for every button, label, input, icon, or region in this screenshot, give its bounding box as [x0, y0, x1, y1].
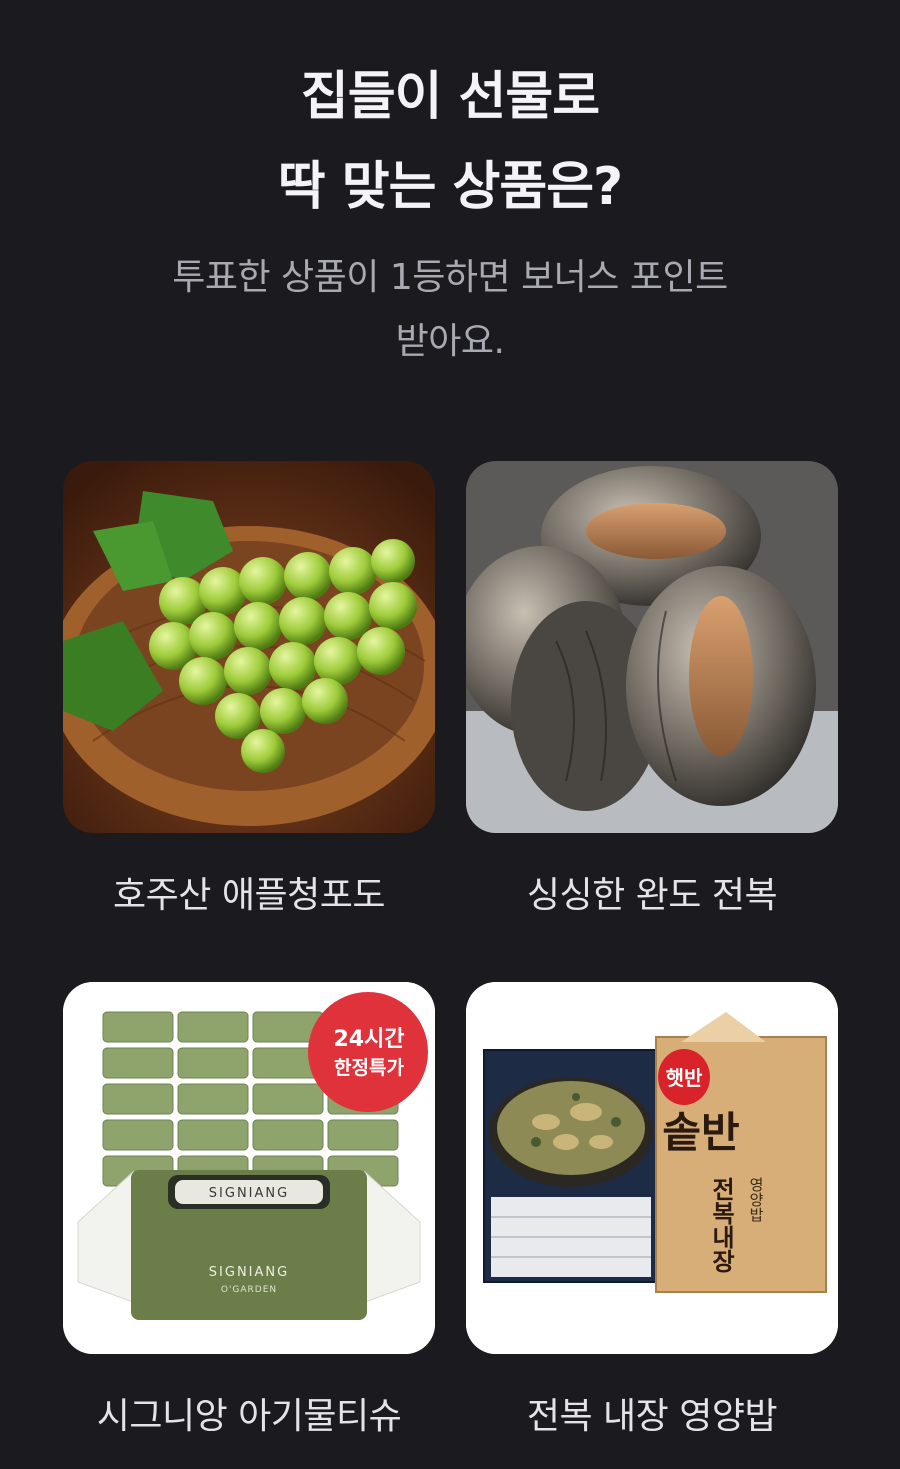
subtitle-line-2: 받아요.	[395, 321, 505, 362]
product-card-rice[interactable]: 햇반 솥반 전복내장 영양밥	[466, 982, 838, 1354]
subtitle-line-1: 투표한 상품이 1등하면 보너스 포인트	[172, 257, 728, 298]
product-card-abalone[interactable]	[466, 461, 838, 833]
product-card-wipes[interactable]: SIGNIANG SIGNIANG O'GARDEN 24시간 한정특가	[63, 982, 435, 1354]
product-line-text: 전복내장	[707, 1177, 735, 1274]
grapes-image	[63, 461, 435, 833]
wipes-sub-brand: O'GARDEN	[221, 1285, 277, 1295]
rice-image: 햇반 솥반 전복내장 영양밥	[466, 982, 838, 1354]
badge-line-2: 한정특가	[334, 1057, 404, 1079]
hetban-logo-text: 햇반	[666, 1066, 703, 1090]
title-line-2: 딱 맞는 상품은?	[277, 157, 623, 217]
product-card-grapes[interactable]	[63, 461, 435, 833]
abalone-image	[466, 461, 838, 833]
limited-offer-badge	[308, 992, 428, 1112]
product-name-wipes[interactable]: 시그니앙 아기물티슈	[63, 1387, 435, 1439]
title-line-1: 집들이 선물로	[300, 67, 600, 127]
product-name-grapes[interactable]: 호주산 애플청포도	[63, 866, 435, 918]
product-tag-text: 영양밥	[747, 1177, 765, 1222]
product-name-abalone[interactable]: 싱싱한 완도 전복	[466, 866, 838, 918]
badge-line-1: 24시간	[333, 1027, 404, 1052]
wipes-brand: SIGNIANG	[209, 1265, 289, 1280]
page-subtitle: 투표한 상품이 1등하면 보너스 포인트 받아요.	[0, 246, 900, 374]
wipes-lid-brand: SIGNIANG	[209, 1186, 289, 1201]
product-name-rice[interactable]: 전복 내장 영양밥	[466, 1387, 838, 1439]
page-title: 집들이 선물로 딱 맞는 상품은?	[0, 52, 900, 232]
wipes-image: SIGNIANG SIGNIANG O'GARDEN 24시간 한정특가	[63, 982, 435, 1354]
sotban-brand: 솥반	[662, 1108, 739, 1157]
